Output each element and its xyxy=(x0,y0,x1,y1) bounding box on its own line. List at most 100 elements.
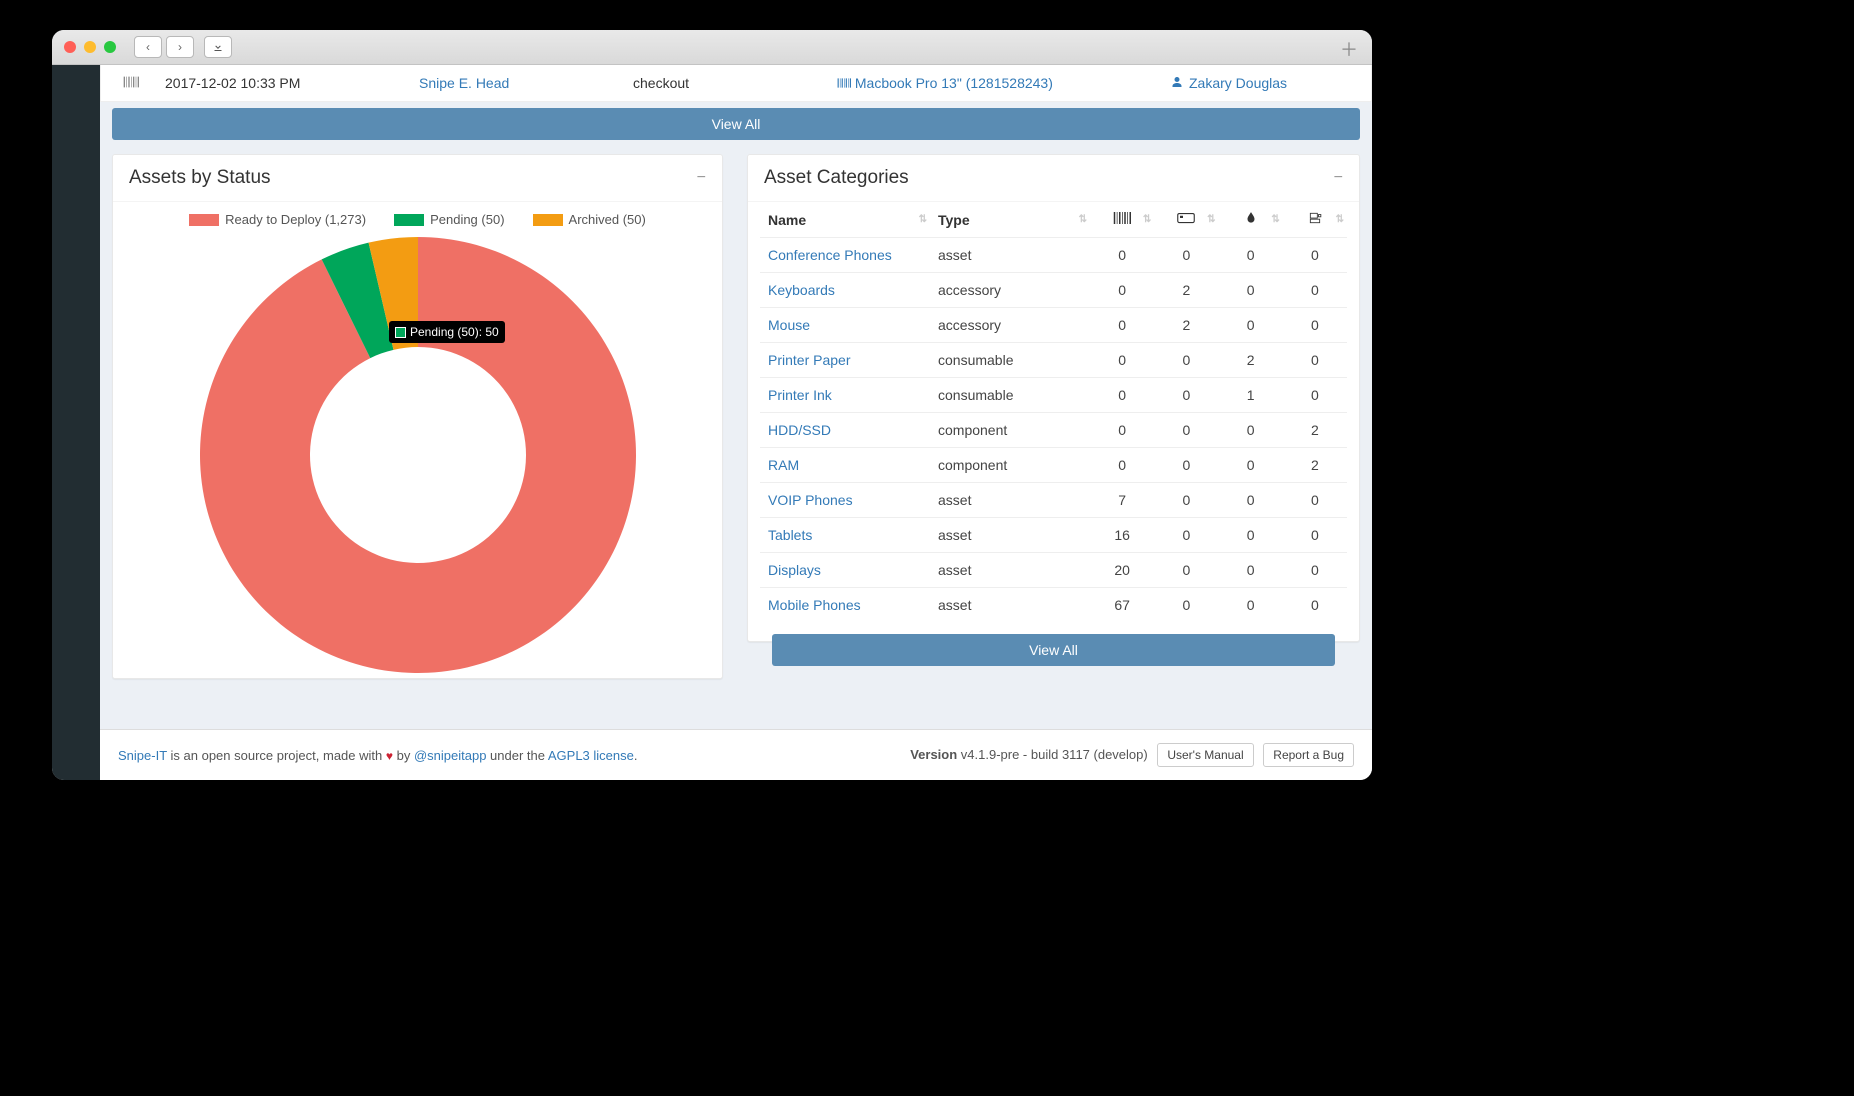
legend-item[interactable]: Pending (50) xyxy=(394,212,504,227)
category-link[interactable]: VOIP Phones xyxy=(768,492,853,508)
box-header: Asset Categories − xyxy=(748,155,1359,202)
footer-license-link[interactable]: AGPL3 license xyxy=(548,748,634,763)
category-link[interactable]: Conference Phones xyxy=(768,247,892,263)
cell-count: 0 xyxy=(1154,448,1218,483)
content-area: 2017-12-02 10:33 PM Snipe E. Head checko… xyxy=(100,65,1372,780)
cell-count: 67 xyxy=(1090,588,1154,623)
category-link[interactable]: Printer Ink xyxy=(768,387,832,403)
category-type: accessory xyxy=(930,273,1090,308)
cell-count: 0 xyxy=(1283,238,1347,273)
cell-count: 0 xyxy=(1154,343,1218,378)
zoom-window-icon[interactable] xyxy=(104,41,116,53)
category-link[interactable]: Mouse xyxy=(768,317,810,333)
legend-label: Pending (50) xyxy=(430,212,504,227)
donut-chart: Pending (50): 50 xyxy=(129,235,706,675)
cell-count: 2 xyxy=(1219,343,1283,378)
user-icon xyxy=(1171,75,1183,91)
table-row: Printer Inkconsumable0010 xyxy=(760,378,1347,413)
cell-count: 0 xyxy=(1283,273,1347,308)
category-type: accessory xyxy=(930,308,1090,343)
cell-count: 0 xyxy=(1154,378,1218,413)
category-link[interactable]: RAM xyxy=(768,457,799,473)
minimize-window-icon[interactable] xyxy=(84,41,96,53)
cell-count: 0 xyxy=(1219,273,1283,308)
cell-count: 0 xyxy=(1219,238,1283,273)
tooltip-text: Pending (50): 50 xyxy=(410,325,499,339)
window-titlebar: ‹ › ＋ xyxy=(52,30,1372,65)
sidebar xyxy=(52,65,100,780)
activity-action: checkout xyxy=(633,75,813,91)
view-all-categories-button[interactable]: View All xyxy=(772,634,1335,666)
category-type: component xyxy=(930,448,1090,483)
table-row: Tabletsasset16000 xyxy=(760,518,1347,553)
activity-date: 2017-12-02 10:33 PM xyxy=(165,75,395,91)
table-row: Printer Paperconsumable0020 xyxy=(760,343,1347,378)
footer-brand-link[interactable]: Snipe-IT xyxy=(118,748,167,763)
category-type: asset xyxy=(930,553,1090,588)
cell-count: 0 xyxy=(1219,413,1283,448)
legend-swatch xyxy=(189,214,219,226)
table-row: RAMcomponent0002 xyxy=(760,448,1347,483)
table-header-row: Name Type xyxy=(760,202,1347,238)
chart-legend: Ready to Deploy (1,273) Pending (50) Archi… xyxy=(129,212,706,227)
cell-count: 20 xyxy=(1090,553,1154,588)
table-row: HDD/SSDcomponent0002 xyxy=(760,413,1347,448)
cell-count: 0 xyxy=(1283,588,1347,623)
column-components-icon[interactable] xyxy=(1283,202,1347,238)
legend-swatch xyxy=(394,214,424,226)
category-link[interactable]: Displays xyxy=(768,562,821,578)
report-bug-button[interactable]: Report a Bug xyxy=(1263,743,1354,767)
footer-twitter-link[interactable]: @snipeitapp xyxy=(414,748,486,763)
cell-count: 0 xyxy=(1090,378,1154,413)
activity-item: Macbook Pro 13" (1281528243) xyxy=(837,75,1147,91)
column-assets-icon[interactable] xyxy=(1090,202,1154,238)
cell-count: 0 xyxy=(1154,588,1218,623)
recent-activity-panel: 2017-12-02 10:33 PM Snipe E. Head checko… xyxy=(100,65,1372,154)
column-consumables-icon[interactable] xyxy=(1219,202,1283,238)
asset-categories-box: Asset Categories − Name Type xyxy=(747,154,1360,642)
activity-admin-link[interactable]: Snipe E. Head xyxy=(419,75,609,91)
category-link[interactable]: Mobile Phones xyxy=(768,597,861,613)
legend-item[interactable]: Ready to Deploy (1,273) xyxy=(189,212,366,227)
category-type: asset xyxy=(930,588,1090,623)
collapse-button[interactable]: − xyxy=(1334,169,1343,187)
footer-right: Version v4.1.9-pre - build 3117 (develop… xyxy=(910,743,1354,767)
cell-count: 0 xyxy=(1283,553,1347,588)
traffic-lights xyxy=(64,41,116,53)
column-type[interactable]: Type xyxy=(930,202,1090,238)
cell-count: 0 xyxy=(1219,483,1283,518)
category-type: consumable xyxy=(930,378,1090,413)
footer: Snipe-IT is an open source project, made… xyxy=(100,729,1372,780)
chart-body: Ready to Deploy (1,273) Pending (50) Archi… xyxy=(113,202,722,691)
view-all-activity-button[interactable]: View All xyxy=(112,108,1360,140)
cell-count: 0 xyxy=(1283,378,1347,413)
category-link[interactable]: Keyboards xyxy=(768,282,835,298)
new-tab-button[interactable]: ＋ xyxy=(1338,36,1360,58)
category-link[interactable]: Tablets xyxy=(768,527,812,543)
legend-item[interactable]: Archived (50) xyxy=(533,212,646,227)
category-type: asset xyxy=(930,518,1090,553)
cell-count: 0 xyxy=(1283,518,1347,553)
table-row: Mobile Phonesasset67000 xyxy=(760,588,1347,623)
legend-label: Archived (50) xyxy=(569,212,646,227)
column-accessories-icon[interactable] xyxy=(1154,202,1218,238)
forward-button[interactable]: › xyxy=(166,36,194,58)
category-link[interactable]: Printer Paper xyxy=(768,352,850,368)
downloads-button[interactable] xyxy=(204,36,232,58)
cell-count: 2 xyxy=(1283,413,1347,448)
assets-by-status-box: Assets by Status − Ready to Deploy (1,27… xyxy=(112,154,723,679)
activity-item-link[interactable]: Macbook Pro 13" (1281528243) xyxy=(855,75,1053,91)
close-window-icon[interactable] xyxy=(64,41,76,53)
column-name[interactable]: Name xyxy=(760,202,930,238)
users-manual-button[interactable]: User's Manual xyxy=(1157,743,1253,767)
cell-count: 2 xyxy=(1154,308,1218,343)
category-link[interactable]: HDD/SSD xyxy=(768,422,831,438)
browser-window: ‹ › ＋ 2017-12-02 10:33 PM Snipe E. Head … xyxy=(52,30,1372,780)
table-row: Mouseaccessory0200 xyxy=(760,308,1347,343)
back-button[interactable]: ‹ xyxy=(134,36,162,58)
category-type: consumable xyxy=(930,343,1090,378)
cell-count: 0 xyxy=(1219,518,1283,553)
activity-target-link[interactable]: Zakary Douglas xyxy=(1189,75,1287,91)
collapse-button[interactable]: − xyxy=(697,169,706,187)
cell-count: 0 xyxy=(1090,308,1154,343)
